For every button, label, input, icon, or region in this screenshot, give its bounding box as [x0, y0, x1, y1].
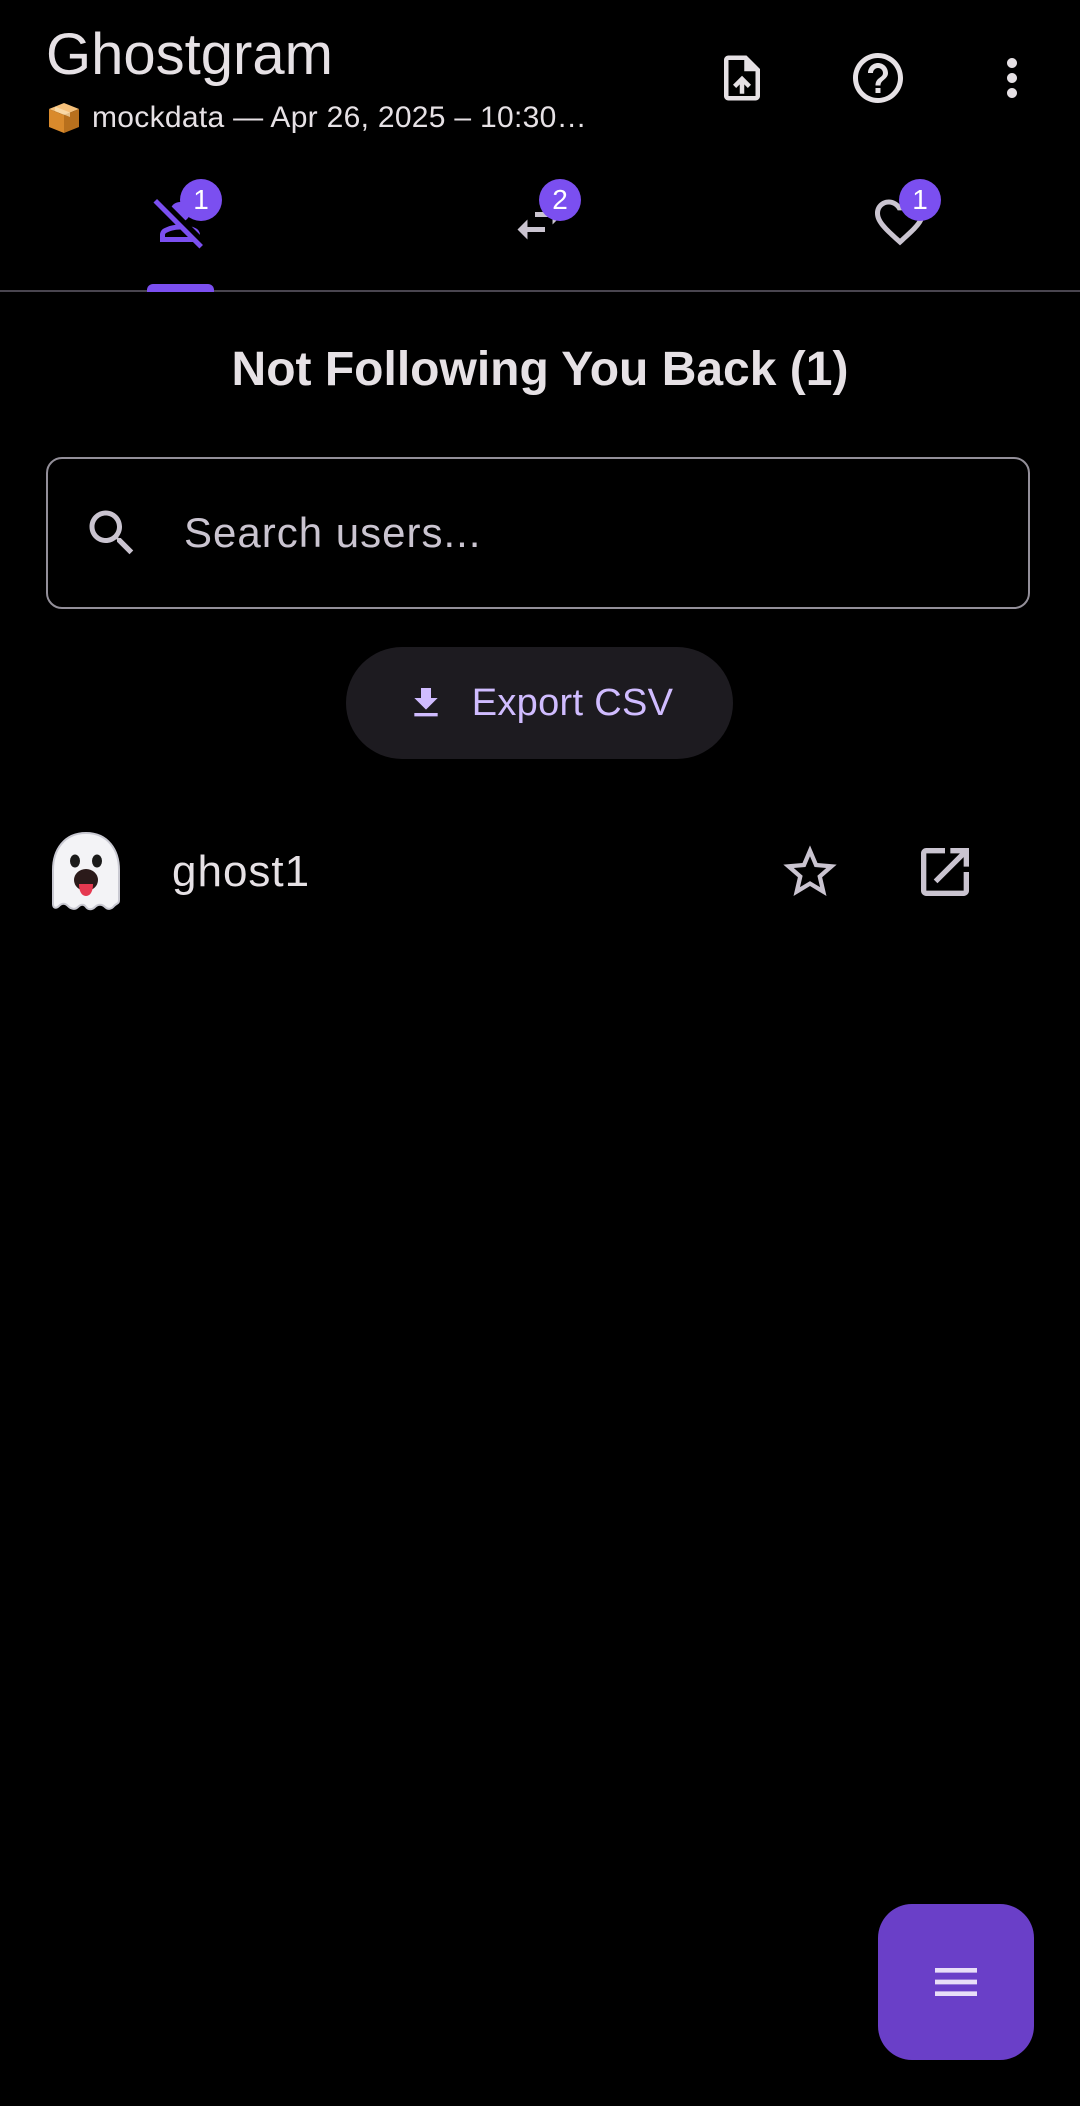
- open-profile-button[interactable]: [905, 832, 985, 912]
- export-csv-button[interactable]: Export CSV: [346, 647, 733, 759]
- search-icon: [89, 510, 134, 555]
- import-file-button[interactable]: [702, 38, 782, 118]
- download-icon: [414, 688, 438, 717]
- menu-icon: [935, 1968, 977, 1996]
- package-icon: [49, 103, 79, 133]
- app-title: Ghostgram: [46, 22, 333, 87]
- more-vert-icon: [1007, 58, 1017, 98]
- help-circle-icon: [853, 53, 903, 103]
- section-title: Not Following You Back (1): [231, 343, 849, 396]
- selected-tab-indicator: [147, 284, 214, 292]
- top-app-bar: Ghostgram mockdata — Apr 26, 2025 – 10:3…: [0, 0, 1080, 160]
- favorite-button[interactable]: [770, 832, 850, 912]
- menu-fab[interactable]: [878, 1904, 1034, 2060]
- tab-badge: 2: [539, 179, 581, 221]
- search-input[interactable]: [184, 459, 1028, 607]
- export-csv-label: Export CSV: [471, 681, 674, 724]
- search-field[interactable]: [46, 457, 1030, 609]
- subtitle-text: mockdata — Apr 26, 2025 – 10:30…: [92, 101, 587, 134]
- file-upload-icon: [724, 55, 760, 101]
- list-item[interactable]: ghost1: [0, 812, 1080, 932]
- app-root: Ghostgram mockdata — Apr 26, 2025 – 10:3…: [0, 0, 1080, 2106]
- tab-mutual[interactable]: 2: [360, 160, 720, 290]
- tab-not-following-back[interactable]: 1: [0, 160, 360, 292]
- username: ghost1: [172, 847, 311, 896]
- tab-bar: 1 2 1: [0, 160, 1080, 292]
- help-button[interactable]: [838, 38, 918, 118]
- dataset-subtitle: mockdata — Apr 26, 2025 – 10:30…: [46, 100, 587, 136]
- more-options-button[interactable]: [972, 38, 1052, 118]
- tab-badge: 1: [180, 179, 222, 221]
- ghost-emoji-icon: [52, 831, 120, 911]
- tab-fans[interactable]: 1: [720, 160, 1080, 290]
- star-outline-icon: [783, 845, 837, 896]
- tab-badge: 1: [899, 179, 941, 221]
- open-in-new-icon: [921, 848, 969, 896]
